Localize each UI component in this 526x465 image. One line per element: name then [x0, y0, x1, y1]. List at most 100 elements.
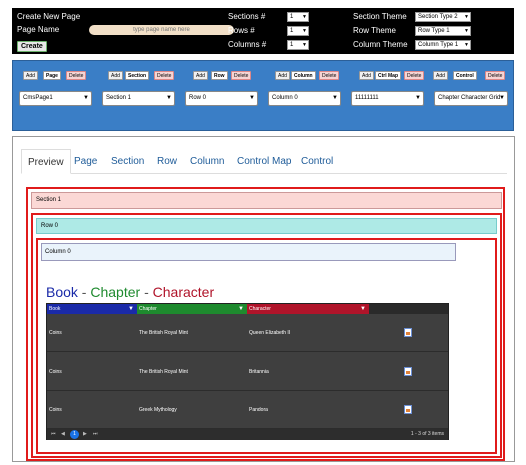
create-page-panel: Create New Page Page Name Create Section… — [12, 8, 514, 54]
delete-page-button[interactable]: Delete — [66, 71, 87, 80]
add-section-button[interactable]: Add — [108, 71, 123, 80]
row-theme-label: Row Theme — [353, 26, 396, 35]
grid-title-book: Book — [46, 284, 78, 300]
grid-header-book[interactable]: Book ▼ — [47, 304, 137, 314]
columns-count-value: 1 — [290, 42, 294, 48]
preview-area: Preview Page Section Row Column Control … — [12, 136, 515, 462]
column-group-label: Column — [291, 71, 316, 80]
delete-ctrl-map-button[interactable]: Delete — [404, 71, 425, 80]
image-icon[interactable] — [404, 328, 412, 337]
add-page-button[interactable]: Add — [23, 71, 38, 80]
tab-bar: Preview Page Section Row Column Control … — [21, 149, 507, 174]
grid-header-chapter-label: Chapter — [139, 306, 157, 312]
grid-pager: ⏮ ◀ 1 ▶ ⏭ 1 - 3 of 3 items — [47, 429, 448, 440]
ctrl-map-select-value: 11111111 — [355, 95, 379, 101]
column-theme-select[interactable]: Column Type 1 ▼ — [415, 40, 471, 50]
column-theme-value: Column Type 1 — [418, 42, 459, 48]
section-group-label: Section — [125, 71, 150, 80]
row-theme-value: Row Type 1 — [418, 28, 450, 34]
chevron-down-icon: ▼ — [464, 28, 469, 34]
cell-book: Coins — [49, 330, 62, 336]
table-row[interactable]: Coins The British Royal Mint Britannia — [47, 353, 448, 391]
grid-header-character[interactable]: Character ▼ — [247, 304, 369, 314]
first-page-icon[interactable]: ⏮ — [51, 430, 56, 439]
chevron-down-icon: ▼ — [302, 14, 307, 20]
add-ctrl-map-button[interactable]: Add — [359, 71, 374, 80]
chevron-down-icon: ▼ — [302, 28, 307, 34]
next-page-icon[interactable]: ▶ — [83, 430, 87, 439]
cell-book: Coins — [49, 369, 62, 375]
column-select-value: Column 0 — [272, 95, 298, 101]
columns-label: Columns # — [228, 40, 267, 49]
grid-header-image — [369, 304, 448, 314]
row-select[interactable]: Row 0 ▼ — [185, 91, 258, 106]
column-theme-label: Column Theme — [353, 40, 408, 49]
delete-section-button[interactable]: Delete — [154, 71, 175, 80]
section-container: Section 1 Row 0 Column 0 Book - Chapter … — [26, 187, 505, 461]
control-group-label: Control — [453, 71, 477, 80]
prev-page-icon[interactable]: ◀ — [61, 430, 65, 439]
filter-icon[interactable]: ▼ — [238, 304, 244, 314]
row-theme-select[interactable]: Row Type 1 ▼ — [415, 26, 471, 36]
add-row-button[interactable]: Add — [193, 71, 208, 80]
rows-count-value: 1 — [290, 28, 294, 34]
chevron-down-icon: ▼ — [302, 42, 307, 48]
page-name-input[interactable] — [89, 25, 234, 35]
table-row[interactable]: Coins Greek Mythology Pandora — [47, 391, 448, 429]
grid-title-separator: - — [140, 284, 153, 300]
last-page-icon[interactable]: ⏭ — [93, 430, 98, 439]
section-select[interactable]: Section 1 ▼ — [102, 91, 175, 106]
tab-preview[interactable]: Preview — [21, 149, 71, 174]
ctrl-map-select[interactable]: 11111111 ▼ — [351, 91, 424, 106]
cell-character: Britannia — [249, 369, 269, 375]
grid-title: Book - Chapter - Character — [46, 284, 214, 300]
cell-character: Queen Elizabeth II — [249, 330, 291, 336]
columns-count-select[interactable]: 1 ▼ — [287, 40, 309, 50]
tab-column[interactable]: Column — [184, 149, 230, 174]
filter-icon[interactable]: ▼ — [360, 304, 366, 314]
row-select-value: Row 0 — [189, 95, 207, 101]
chevron-down-icon: ▼ — [83, 95, 89, 101]
cell-book: Coins — [49, 407, 62, 413]
column-select[interactable]: Column 0 ▼ — [268, 91, 341, 106]
sections-count-value: 1 — [290, 14, 294, 20]
control-select-value: Chapter Character Grid — [438, 95, 501, 101]
image-icon[interactable] — [404, 405, 412, 414]
chevron-down-icon: ▼ — [249, 95, 255, 101]
book-chapter-character-grid: Book ▼ Chapter ▼ Character ▼ Coins The Brit… — [46, 303, 449, 440]
section-header[interactable]: Section 1 — [31, 192, 502, 209]
page-select[interactable]: CmsPage1 ▼ — [19, 91, 92, 106]
image-icon[interactable] — [404, 367, 412, 376]
section-theme-select[interactable]: Section Type 2 ▼ — [415, 12, 471, 22]
tab-control-map[interactable]: Control Map — [231, 149, 297, 174]
add-column-button[interactable]: Add — [275, 71, 290, 80]
delete-row-button[interactable]: Delete — [231, 71, 252, 80]
sections-label: Sections # — [228, 12, 266, 21]
page-name-label: Page Name — [17, 25, 60, 34]
rows-label: Rows # — [228, 26, 255, 35]
delete-column-button[interactable]: Delete — [319, 71, 340, 80]
tab-control[interactable]: Control — [295, 149, 339, 174]
table-row[interactable]: Coins The British Royal Mint Queen Eliza… — [47, 314, 448, 352]
chevron-down-icon: ▼ — [415, 95, 421, 101]
current-page-button[interactable]: 1 — [70, 430, 79, 439]
filter-icon[interactable]: ▼ — [128, 304, 134, 314]
add-control-button[interactable]: Add — [433, 71, 448, 80]
tab-page[interactable]: Page — [68, 149, 103, 174]
cell-chapter: The British Royal Mint — [139, 369, 188, 375]
control-select[interactable]: Chapter Character Grid ▼ — [434, 91, 508, 106]
column-header[interactable]: Column 0 — [41, 243, 456, 261]
create-button[interactable]: Create — [17, 41, 47, 52]
grid-header-character-label: Character — [249, 306, 271, 312]
page-select-value: CmsPage1 — [23, 95, 53, 101]
rows-count-select[interactable]: 1 ▼ — [287, 26, 309, 36]
chevron-down-icon: ▼ — [166, 95, 172, 101]
tab-row[interactable]: Row — [151, 149, 183, 174]
sections-count-select[interactable]: 1 ▼ — [287, 12, 309, 22]
cell-chapter: The British Royal Mint — [139, 330, 188, 336]
grid-header-chapter[interactable]: Chapter ▼ — [137, 304, 247, 314]
row-header[interactable]: Row 0 — [36, 218, 497, 234]
delete-control-button[interactable]: Delete — [485, 71, 506, 80]
tab-section[interactable]: Section — [105, 149, 150, 174]
grid-title-character: Character — [152, 284, 215, 300]
